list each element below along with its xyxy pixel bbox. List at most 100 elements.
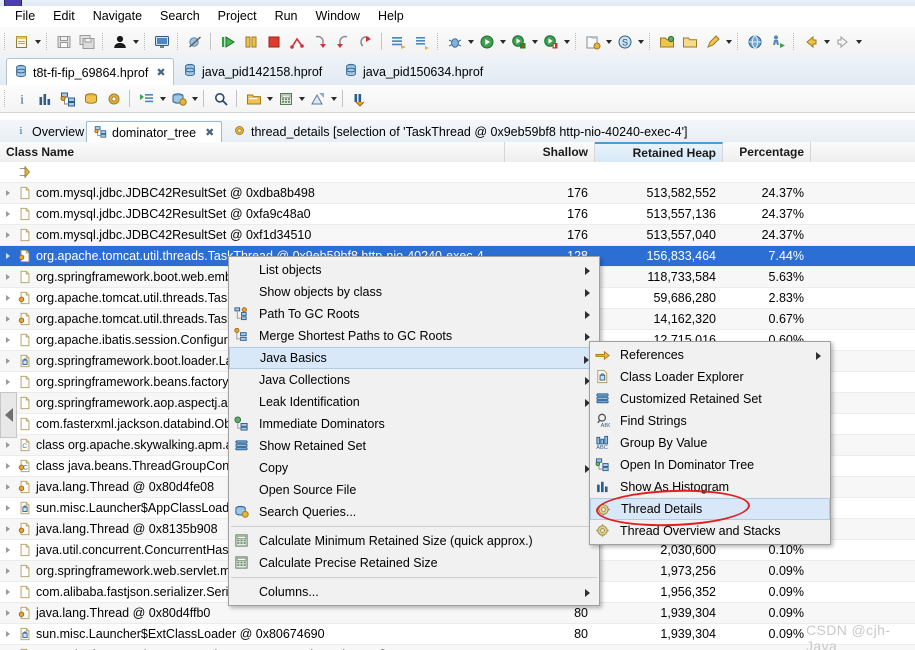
- column-header-shallow-heap[interactable]: Shallow Heap: [505, 142, 595, 179]
- table-row[interactable]: com.mysql.jdbc.JDBC42ResultSet @ 0xfa9c4…: [0, 204, 915, 225]
- disconnect-icon[interactable]: [285, 30, 308, 53]
- expand-arrow-icon[interactable]: [0, 379, 16, 385]
- globe-icon[interactable]: [743, 30, 766, 53]
- expand-arrow-icon[interactable]: [0, 526, 16, 532]
- group-result-icon[interactable]: [410, 30, 433, 53]
- save-icon[interactable]: [52, 30, 75, 53]
- run-query-icon[interactable]: [135, 87, 158, 110]
- expand-arrow-icon[interactable]: [0, 547, 16, 553]
- menu-item-columns[interactable]: Columns...: [229, 581, 599, 603]
- search-marker-icon[interactable]: [701, 30, 724, 53]
- menu-item-merge-shortest-paths-to-gc-roots[interactable]: Merge Shortest Paths to GC Roots: [229, 325, 599, 347]
- search-icon[interactable]: [209, 87, 232, 110]
- run-external-icon[interactable]: [507, 30, 530, 53]
- menu-item-search-queries[interactable]: Search Queries...: [229, 501, 599, 523]
- group-by-dropdown-icon[interactable]: [265, 89, 274, 109]
- open-query-browser-icon[interactable]: [387, 30, 410, 53]
- editor-tab-close-icon[interactable]: ✖: [156, 66, 165, 79]
- tab-close-icon[interactable]: ✖: [205, 126, 214, 139]
- oql-icon[interactable]: [79, 87, 102, 110]
- user-icon[interactable]: [108, 30, 131, 53]
- save-all-icon[interactable]: [75, 30, 98, 53]
- skip-breakpoints-icon[interactable]: [183, 30, 206, 53]
- monitor-icon[interactable]: [150, 30, 173, 53]
- expand-arrow-icon[interactable]: [0, 442, 16, 448]
- new-class-icon[interactable]: S: [613, 30, 636, 53]
- search-marker-dropdown-icon[interactable]: [724, 32, 733, 52]
- table-row[interactable]: com.mysql.jdbc.JDBC42ResultSet @ 0xdba8b…: [0, 183, 915, 204]
- menu-item-thread-details[interactable]: Thread Details: [590, 498, 830, 520]
- editor-tab-2[interactable]: java_pid150634.hprof: [337, 59, 490, 84]
- expand-arrow-icon[interactable]: [0, 190, 16, 196]
- table-row[interactable]: java.lang.Thread @ 0x80d4ffb0 80 1,939,304…: [0, 603, 915, 624]
- expand-arrow-icon[interactable]: [0, 211, 16, 217]
- debug-dropdown-icon[interactable]: [466, 32, 475, 52]
- menu-item-find-strings[interactable]: ABC Find Strings: [590, 410, 830, 432]
- new-java-project-dropdown-icon[interactable]: [604, 32, 613, 52]
- menu-search[interactable]: Search: [151, 6, 209, 26]
- menu-file[interactable]: File: [6, 6, 44, 26]
- dominator-tree-icon[interactable]: [56, 87, 79, 110]
- tab-thread-details[interactable]: thread_details [selection of 'TaskThread…: [226, 121, 694, 142]
- editor-tab-0[interactable]: t8t-fi-fip_69864.hprof ✖: [6, 58, 174, 87]
- menu-item-leak-identification[interactable]: Leak Identification: [229, 391, 599, 413]
- expand-arrow-icon[interactable]: [0, 358, 16, 364]
- menu-item-thread-overview-and-stacks[interactable]: Thread Overview and Stacks: [590, 520, 830, 542]
- menu-navigate[interactable]: Navigate: [84, 6, 151, 26]
- new-icon[interactable]: [10, 30, 33, 53]
- expand-arrow-icon[interactable]: [0, 484, 16, 490]
- step-into-icon[interactable]: [308, 30, 331, 53]
- expand-arrow-icon[interactable]: [0, 568, 16, 574]
- run-query-dropdown-icon[interactable]: [158, 89, 167, 109]
- person-run-icon[interactable]: [766, 30, 789, 53]
- java-basics-submenu[interactable]: References Class Loader Explorer Customize…: [589, 341, 831, 545]
- expand-arrow-icon[interactable]: [0, 463, 16, 469]
- profile-dropdown-icon[interactable]: [562, 32, 571, 52]
- expand-arrow-icon[interactable]: [0, 295, 16, 301]
- menu-item-group-by-value[interactable]: ABC Group By Value: [590, 432, 830, 454]
- back-dropdown-icon[interactable]: [822, 32, 831, 52]
- gear-icon[interactable]: [102, 87, 125, 110]
- table-row[interactable]: org.springframework.aop.aspectj.AspectJE…: [0, 645, 915, 650]
- editor-tab-1[interactable]: java_pid142158.hprof: [176, 59, 329, 84]
- menu-item-show-as-histogram[interactable]: Show As Histogram: [590, 476, 830, 498]
- forward-dropdown-icon[interactable]: [854, 32, 863, 52]
- column-header-percentage[interactable]: Percentage: [723, 142, 811, 162]
- open-folder-icon[interactable]: [655, 30, 678, 53]
- step-return-icon[interactable]: [354, 30, 377, 53]
- context-menu[interactable]: List objects Show objects by class Path To…: [228, 256, 600, 606]
- query-browser-dropdown-icon[interactable]: [190, 89, 199, 109]
- compare-icon[interactable]: [348, 87, 371, 110]
- export-dropdown-icon[interactable]: [329, 89, 338, 109]
- menu-item-path-to-gc-roots[interactable]: Path To GC Roots: [229, 303, 599, 325]
- expand-arrow-icon[interactable]: [0, 232, 16, 238]
- menu-item-copy[interactable]: Copy: [229, 457, 599, 479]
- expand-arrow-icon[interactable]: [0, 631, 16, 637]
- menu-run[interactable]: Run: [266, 6, 307, 26]
- debug-icon[interactable]: [443, 30, 466, 53]
- table-filter-row[interactable]: [0, 162, 915, 183]
- resume-icon[interactable]: [216, 30, 239, 53]
- tab-dominator-tree[interactable]: dominator_tree ✖: [86, 121, 223, 144]
- calculator-dropdown-icon[interactable]: [297, 89, 306, 109]
- open-type-icon[interactable]: [678, 30, 701, 53]
- menu-item-open-source-file[interactable]: Open Source File: [229, 479, 599, 501]
- profile-icon[interactable]: [539, 30, 562, 53]
- step-over-icon[interactable]: [331, 30, 354, 53]
- new-class-dropdown-icon[interactable]: [636, 32, 645, 52]
- expand-arrow-icon[interactable]: [0, 337, 16, 343]
- menu-item-java-collections[interactable]: Java Collections: [229, 369, 599, 391]
- new-java-project-icon[interactable]: [581, 30, 604, 53]
- menu-item-calculate-minimum-retained-size-quick-approx[interactable]: Calculate Minimum Retained Size (quick a…: [229, 530, 599, 552]
- terminate-icon[interactable]: [262, 30, 285, 53]
- column-header-retained-heap[interactable]: Retained Heap: [595, 142, 723, 162]
- menu-item-show-objects-by-class[interactable]: Show objects by class: [229, 281, 599, 303]
- menu-window[interactable]: Window: [307, 6, 369, 26]
- menu-item-immediate-dominators[interactable]: Immediate Dominators: [229, 413, 599, 435]
- query-browser-icon[interactable]: [167, 87, 190, 110]
- info-icon[interactable]: i: [10, 87, 33, 110]
- group-by-icon[interactable]: [242, 87, 265, 110]
- tab-overview[interactable]: i Overview: [8, 121, 91, 142]
- menu-item-show-retained-set[interactable]: Show Retained Set: [229, 435, 599, 457]
- column-header-class-name[interactable]: Class Name: [0, 142, 505, 162]
